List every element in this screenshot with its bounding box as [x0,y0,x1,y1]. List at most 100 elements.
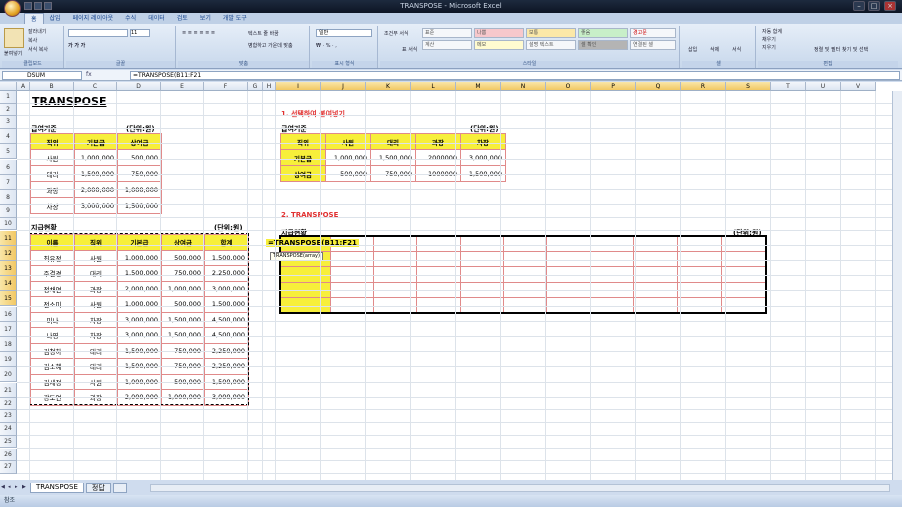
prev-sheet-icon[interactable]: ◂ [8,484,14,491]
tab-formulas[interactable]: 수식 [119,13,142,24]
merge-center-button[interactable]: 병합하고 가운데 맞춤 [248,42,293,49]
table-cell[interactable]: 3,000,000 [74,197,118,214]
style-bad[interactable]: 나쁨 [474,28,524,38]
table-header-cell[interactable]: 과장 [415,133,461,150]
column-header[interactable]: J [321,82,366,91]
column-header[interactable]: A [17,82,30,91]
close-icon[interactable]: × [884,1,896,11]
row-header[interactable]: 16 [0,306,17,322]
row-header[interactable]: 18 [0,336,17,353]
row-header[interactable]: 5 [0,144,17,160]
column-header[interactable]: M [456,82,501,91]
vertical-scrollbar[interactable] [892,91,902,480]
row-header[interactable]: 17 [0,321,17,337]
row-header[interactable]: 10 [0,217,17,231]
tab-home[interactable]: 홈 [24,13,44,24]
column-header[interactable]: K [366,82,411,91]
style-check-cell[interactable]: 셀 확인 [578,40,628,50]
sheet-tab-answer[interactable]: 정답 [85,482,111,493]
table-format-button[interactable]: 표 서식 [402,46,417,53]
active-cell-formula[interactable]: =TRANSPOSE(B11:F21 [266,239,359,247]
table-header-cell[interactable]: 대리 [370,133,416,150]
table-header-cell[interactable]: 직위 [30,133,75,150]
table-cell[interactable]: 2000000 [415,149,461,166]
row-header[interactable]: 21 [0,382,17,398]
format-button[interactable]: 서식 [732,46,741,53]
row-header[interactable]: 11 [0,230,17,246]
wrap-text-button[interactable]: 텍스트 줄 바꿈 [248,30,279,37]
style-calculation[interactable]: 계산 [422,40,472,50]
format-painter-button[interactable]: 서식 복사 [28,46,48,53]
horizontal-scrollbar[interactable] [150,484,890,492]
row-header[interactable]: 24 [0,423,17,436]
table-header-cell[interactable]: 직위 [280,133,326,150]
table-cell[interactable]: 1,500,000 [370,149,416,166]
column-header[interactable]: V [841,82,876,91]
table-cell[interactable]: 1,500,000 [117,197,162,214]
row-header[interactable]: 3 [0,116,17,130]
row-header[interactable]: 19 [0,352,17,368]
column-header[interactable]: C [74,82,117,91]
last-sheet-icon[interactable]: ▶ [22,484,28,491]
undo-icon[interactable] [34,2,42,10]
column-header[interactable]: P [591,82,636,91]
row-header[interactable]: 8 [0,189,17,206]
table-cell[interactable]: 1,000,000 [325,149,371,166]
paste-icon[interactable] [4,28,24,48]
bold-icon[interactable]: 가 가 가 [68,42,85,49]
table-header-cell[interactable]: 사원 [325,133,371,150]
row-header[interactable]: 26 [0,448,17,462]
select-all-corner[interactable] [0,82,17,91]
font-size-box[interactable]: 11 [130,29,150,37]
new-sheet-icon[interactable] [112,482,127,493]
first-sheet-icon[interactable]: ◀ [1,484,7,491]
fx-icon[interactable]: fx [86,71,92,78]
font-name-box[interactable] [68,29,128,37]
name-box[interactable]: DSUM [2,71,82,80]
table-header-cell[interactable]: 상여금 [117,133,162,150]
style-explanatory[interactable]: 설명 텍스트 [526,40,576,50]
table-cell[interactable]: 1,000,000 [74,149,118,166]
row-header[interactable]: 9 [0,205,17,218]
column-header[interactable]: N [501,82,546,91]
row-header[interactable]: 12 [0,245,17,261]
table-header-cell[interactable]: 차장 [460,133,506,150]
table-cell[interactable]: 기본급 [280,149,326,166]
maximize-icon[interactable]: □ [868,1,880,11]
row-header[interactable]: 22 [0,397,17,411]
column-header[interactable]: L [411,82,456,91]
redo-icon[interactable] [44,2,52,10]
row-header[interactable]: 15 [0,291,17,307]
office-button[interactable] [4,0,21,17]
style-linked-cell[interactable]: 연결된 셀 [630,40,676,50]
tab-page-layout[interactable]: 페이지 레이아웃 [67,13,120,24]
next-sheet-icon[interactable]: ▸ [15,484,21,491]
column-header[interactable]: T [771,82,806,91]
paste-button[interactable]: 붙여넣기 [4,50,22,57]
tab-insert[interactable]: 삽입 [44,13,67,24]
formula-input[interactable]: =TRANSPOSE(B11:F21 [130,71,900,80]
autosum-button[interactable]: 자동 합계 [762,28,782,35]
fill-button[interactable]: 채우기 [762,36,776,43]
insert-button[interactable]: 삽입 [688,46,697,53]
row-header[interactable]: 20 [0,367,17,383]
column-header[interactable]: I [276,82,321,91]
clear-button[interactable]: 지우기 [762,44,776,51]
row-header[interactable]: 6 [0,159,17,175]
style-note[interactable]: 메모 [474,40,524,50]
row-header[interactable]: 27 [0,461,17,474]
copy-button[interactable]: 복사 [28,37,37,44]
row-header[interactable]: 23 [0,410,17,424]
minimize-icon[interactable]: – [853,1,865,11]
number-format-box[interactable]: 일반 [316,29,372,37]
column-header[interactable]: O [546,82,591,91]
column-header[interactable]: B [30,82,74,91]
table-cell[interactable]: 500,000 [117,149,162,166]
delete-button[interactable]: 삭제 [710,46,719,53]
row-header[interactable]: 14 [0,276,17,292]
currency-icon[interactable]: ₩ · % · , [316,43,337,49]
table-cell[interactable]: 3,000,000 [460,149,506,166]
row-header[interactable]: 2 [0,103,17,117]
row-header[interactable]: 13 [0,260,17,277]
save-icon[interactable] [24,2,32,10]
